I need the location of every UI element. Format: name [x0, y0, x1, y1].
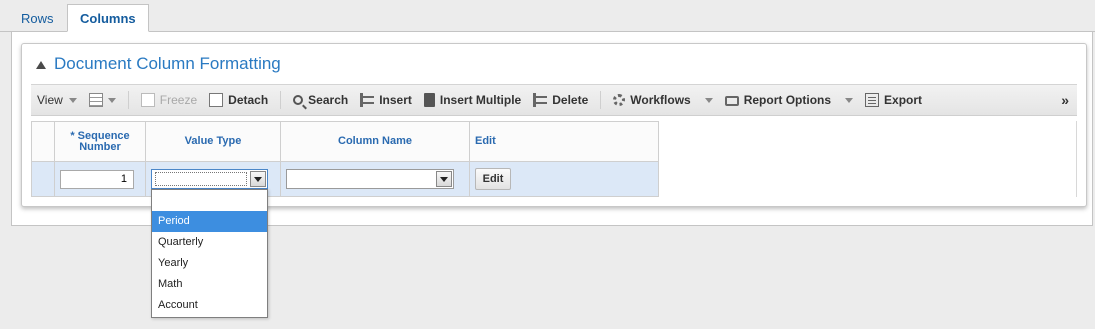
value-type-header[interactable]: Value Type — [145, 121, 281, 162]
insert-multiple-button[interactable]: Insert Multiple — [418, 84, 527, 116]
column-name-select[interactable] — [286, 169, 454, 189]
dropdown-option-account[interactable]: Account — [152, 295, 267, 316]
sequence-number-cell — [54, 161, 146, 197]
chevron-down-icon — [68, 97, 77, 103]
insert-button[interactable]: Insert — [354, 84, 418, 116]
detach-label: Detach — [228, 93, 269, 107]
grid-toolbar: View Freeze Detach Search Insert Insert … — [31, 84, 1077, 116]
detach-button[interactable]: Detach — [203, 84, 274, 116]
tab-bar: Rows Columns — [0, 0, 1095, 32]
tab-columns[interactable]: Columns — [67, 4, 149, 32]
tab-rows[interactable]: Rows — [9, 5, 66, 33]
edit-header: Edit — [469, 121, 659, 162]
workflows-label: Workflows — [630, 93, 691, 107]
report-options-label: Report Options — [743, 93, 832, 107]
value-type-select-value — [155, 172, 247, 186]
view-label: View — [37, 93, 63, 107]
column-name-cell — [280, 161, 470, 197]
value-type-select[interactable] — [151, 169, 268, 189]
delete-button[interactable]: Delete — [527, 84, 594, 116]
chevron-down-icon — [845, 97, 854, 103]
column-grid: * Sequence Number Value Type Column Name… — [31, 121, 1077, 197]
insert-multiple-icon — [423, 93, 435, 107]
collapse-triangle-icon[interactable] — [36, 60, 46, 69]
dropdown-option-period[interactable]: Period — [152, 211, 267, 232]
edit-button[interactable]: Edit — [475, 168, 511, 190]
more-chevrons-icon[interactable]: » — [1053, 92, 1077, 108]
dropdown-option-blank[interactable] — [152, 190, 267, 211]
insert-multiple-label: Insert Multiple — [439, 93, 522, 107]
row-selector-cell[interactable] — [31, 161, 55, 197]
format-button[interactable] — [83, 84, 122, 116]
table-header-row: * Sequence Number Value Type Column Name… — [31, 121, 659, 162]
dropdown-option-yearly[interactable]: Yearly — [152, 253, 267, 274]
chevron-down-icon[interactable] — [436, 171, 452, 187]
chevron-down-icon — [704, 97, 713, 103]
panel-title: Document Column Formatting — [54, 54, 281, 73]
view-menu[interactable]: View — [31, 84, 83, 116]
export-icon — [865, 93, 880, 107]
report-options-menu[interactable]: Report Options — [719, 84, 859, 116]
gear-icon — [613, 94, 626, 106]
sequence-number-input[interactable] — [60, 169, 134, 189]
value-type-dropdown-list: Period Quarterly Yearly Math Account — [151, 189, 268, 318]
toolbar-divider — [600, 91, 602, 109]
format-grid-icon — [88, 93, 103, 107]
dropdown-option-quarterly[interactable]: Quarterly — [152, 232, 267, 253]
column-name-header[interactable]: Column Name — [280, 121, 470, 162]
dropdown-option-math[interactable]: Math — [152, 274, 267, 295]
insert-label: Insert — [379, 93, 412, 107]
sequence-number-header[interactable]: * Sequence Number — [54, 121, 146, 162]
freeze-label: Freeze — [159, 93, 198, 107]
document-column-formatting-panel: Document Column Formatting View Freeze D… — [21, 43, 1087, 207]
chevron-down-icon[interactable] — [250, 171, 266, 187]
row-selector-header — [31, 121, 55, 162]
detach-icon — [209, 93, 224, 107]
delete-row-icon — [533, 93, 548, 107]
search-label: Search — [308, 93, 349, 107]
export-label: Export — [884, 93, 923, 107]
export-button[interactable]: Export — [859, 84, 928, 116]
printer-icon — [724, 96, 739, 106]
freeze-button[interactable]: Freeze — [135, 84, 203, 116]
column-table: * Sequence Number Value Type Column Name… — [31, 121, 659, 197]
panel-header[interactable]: Document Column Formatting — [36, 53, 281, 75]
edit-cell: Edit — [469, 161, 659, 197]
toolbar-divider — [280, 91, 282, 109]
search-icon — [293, 95, 304, 105]
toolbar-divider — [127, 91, 129, 109]
search-button[interactable]: Search — [287, 84, 354, 116]
chevron-down-icon — [107, 97, 116, 103]
delete-label: Delete — [552, 93, 589, 107]
table-row[interactable]: Edit — [31, 161, 659, 197]
workflows-menu[interactable]: Workflows — [607, 84, 718, 116]
insert-row-icon — [360, 93, 375, 107]
freeze-icon — [140, 93, 155, 107]
